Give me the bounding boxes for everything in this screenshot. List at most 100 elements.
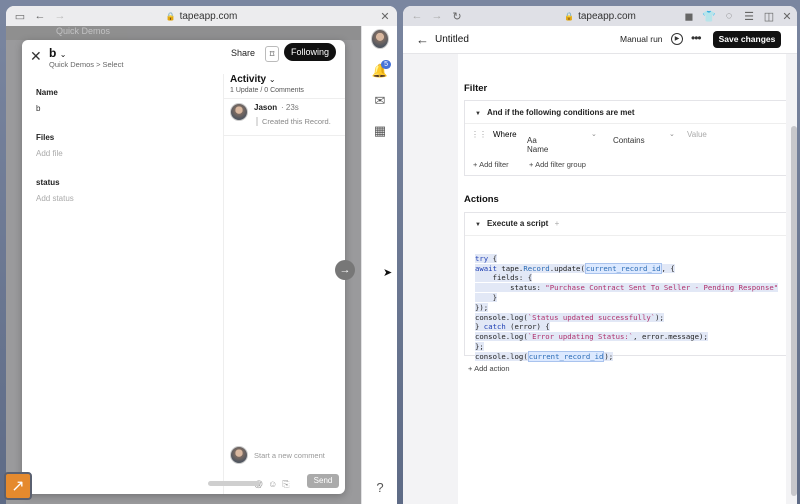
bookmark-icon[interactable]: ⌑: [265, 46, 279, 62]
inbox-icon[interactable]: ✉: [371, 92, 389, 110]
comment-box: Start a new comment: [230, 446, 339, 466]
url-text: tapeapp.com: [179, 10, 238, 22]
next-record-arrow-icon[interactable]: →: [335, 260, 355, 280]
lock-icon: 🔒: [564, 11, 575, 21]
right-browser-window: ← → ↻ 🔒 tapeapp.com ◼ 👕 ◌ ☰ ◫ ✕ ← Untitle…: [403, 6, 797, 504]
code-line: }: [475, 292, 497, 302]
split-view-icon[interactable]: ◫: [761, 8, 777, 24]
right-rail: 🔔 5 ✉ ▦ ?: [361, 26, 397, 504]
shirt-icon[interactable]: 👕: [701, 8, 717, 24]
app-launcher-icon[interactable]: ↗: [4, 472, 32, 500]
mouse-cursor-icon: ➤: [383, 267, 393, 279]
filter-section-title: Filter: [464, 83, 488, 94]
activity-author[interactable]: Jason: [254, 103, 277, 112]
filter-group-header[interactable]: ▼ And if the following conditions are met: [475, 108, 635, 117]
left-app-area: Quick Demos ✕ b ⌄ Quick Demos > Select S…: [6, 26, 397, 504]
chevron-down-icon: ⌄: [591, 131, 597, 138]
add-action-button[interactable]: + Add action: [468, 364, 510, 373]
script-action-header[interactable]: ▼ Execute a script +: [475, 219, 559, 228]
url-text: tapeapp.com: [578, 10, 636, 22]
add-file-input[interactable]: Add file: [36, 149, 216, 158]
activity-text: Created this Record.: [256, 117, 331, 126]
avatar: [230, 446, 248, 464]
back-arrow-icon[interactable]: ←: [416, 32, 429, 47]
record-fields: Name b Files Add file status Add status: [36, 88, 216, 223]
where-label: Where: [493, 130, 517, 139]
code-line: await tape.Record.update(current_record_…: [475, 262, 675, 274]
filter-card: ▼ And if the following conditions are met…: [464, 100, 786, 176]
field-label-files: Files: [36, 133, 55, 142]
code-line: };: [475, 341, 484, 351]
avatar: [371, 29, 389, 49]
activity-dropdown[interactable]: Activity ⌄: [230, 74, 276, 85]
help-icon[interactable]: ?: [371, 478, 389, 496]
user-avatar-button[interactable]: [371, 29, 389, 49]
notifications-icon[interactable]: 🔔 5: [371, 60, 391, 80]
code-line: } catch (error) {: [475, 322, 550, 332]
notification-badge: 5: [381, 60, 391, 69]
close-window-icon[interactable]: ✕: [779, 8, 795, 24]
filter-condition-row: ⋮⋮ Where Aa Name ⌄ Contains ⌄ Value: [465, 123, 786, 154]
right-browser-toolbar: ← → ↻ 🔒 tapeapp.com ◼ 👕 ◌ ☰ ◫ ✕: [403, 6, 797, 26]
collapse-triangle-icon: ▼: [475, 111, 481, 117]
extension-icon[interactable]: ◼: [681, 8, 697, 24]
scrollbar[interactable]: [791, 126, 797, 496]
script-action-card: ▼ Execute a script + try { await tape.Rec…: [464, 212, 786, 362]
extension-icon[interactable]: ◌: [721, 8, 737, 24]
plus-icon[interactable]: +: [555, 219, 560, 228]
save-changes-button[interactable]: Save changes: [713, 31, 781, 48]
left-browser-toolbar: ▭ ← → 🔒 tapeapp.com ✕: [6, 6, 397, 26]
code-line: console.log(`Status updated successfully…: [475, 312, 664, 322]
script-code-editor[interactable]: try { await tape.Record.update(current_r…: [475, 244, 779, 362]
record-title[interactable]: b ⌄: [49, 46, 66, 60]
value-input[interactable]: Value: [687, 130, 707, 139]
activity-summary: 1 Update / 0 Comments: [230, 87, 304, 94]
editor-header: ← Untitled Manual run ▶ ••• Save changes: [403, 26, 797, 54]
code-line: status: "Purchase Contract Sent To Selle…: [475, 283, 779, 293]
code-line: try {: [475, 253, 497, 263]
chevron-down-icon: ⌄: [59, 50, 67, 59]
drag-handle[interactable]: [208, 481, 260, 486]
desktop: ▭ ← → 🔒 tapeapp.com ✕ Quick Demos ✕ b ⌄ Q…: [0, 0, 800, 504]
chevron-down-icon: ⌄: [268, 75, 276, 84]
collapse-triangle-icon: ▼: [475, 222, 481, 228]
following-button[interactable]: Following: [284, 43, 336, 61]
close-icon[interactable]: ✕: [30, 48, 42, 65]
background-breadcrumb: Quick Demos: [6, 26, 397, 40]
manual-run-label: Manual run: [620, 34, 663, 44]
editor-content: Filter ▼ And if the following conditions …: [458, 54, 786, 504]
activity-panel: Activity ⌄ 1 Update / 0 Comments Jason ·…: [208, 74, 345, 494]
code-line: fields: {: [475, 273, 533, 283]
field-label-name: Name: [36, 88, 58, 97]
attachment-icon[interactable]: ⎘: [282, 479, 289, 489]
automation-editor: ← Untitled Manual run ▶ ••• Save changes…: [403, 26, 797, 504]
code-line: console.log(`Error updating Status:`, er…: [475, 332, 708, 342]
record-panel: ✕ b ⌄ Quick Demos > Select Share ⌑ Follo…: [22, 40, 345, 494]
address-bar[interactable]: 🔒 tapeapp.com: [6, 11, 397, 22]
field-value-name[interactable]: b: [36, 104, 216, 113]
drag-handle-icon[interactable]: ⋮⋮: [471, 130, 487, 139]
share-button[interactable]: Share: [231, 48, 255, 58]
record-header: ✕ b ⌄ Quick Demos > Select Share ⌑ Follo…: [22, 40, 345, 74]
emoji-icon[interactable]: ☺: [268, 479, 277, 489]
lock-icon: 🔒: [165, 11, 176, 21]
actions-section-title: Actions: [464, 194, 499, 205]
activity-time: · 23s: [281, 103, 299, 112]
comment-input[interactable]: Start a new comment: [254, 451, 325, 460]
avatar: [230, 103, 248, 121]
record-breadcrumb: Quick Demos > Select: [49, 60, 124, 69]
code-line: });: [475, 302, 489, 312]
add-filter-group-button[interactable]: + Add filter group: [529, 160, 586, 169]
close-window-icon[interactable]: ✕: [377, 8, 393, 24]
list-icon[interactable]: ☰: [741, 8, 757, 24]
calendar-icon[interactable]: ▦: [371, 122, 389, 140]
add-status-input[interactable]: Add status: [36, 194, 216, 203]
page-title[interactable]: Untitled: [435, 34, 469, 45]
add-filter-button[interactable]: + Add filter: [473, 160, 509, 169]
chevron-down-icon: ⌄: [669, 131, 675, 138]
send-button[interactable]: Send: [307, 474, 339, 488]
more-icon[interactable]: •••: [691, 31, 702, 45]
address-bar[interactable]: 🔒 tapeapp.com: [403, 11, 797, 22]
code-line: console.log(current_record_id);: [475, 350, 614, 362]
play-icon[interactable]: ▶: [671, 33, 683, 45]
